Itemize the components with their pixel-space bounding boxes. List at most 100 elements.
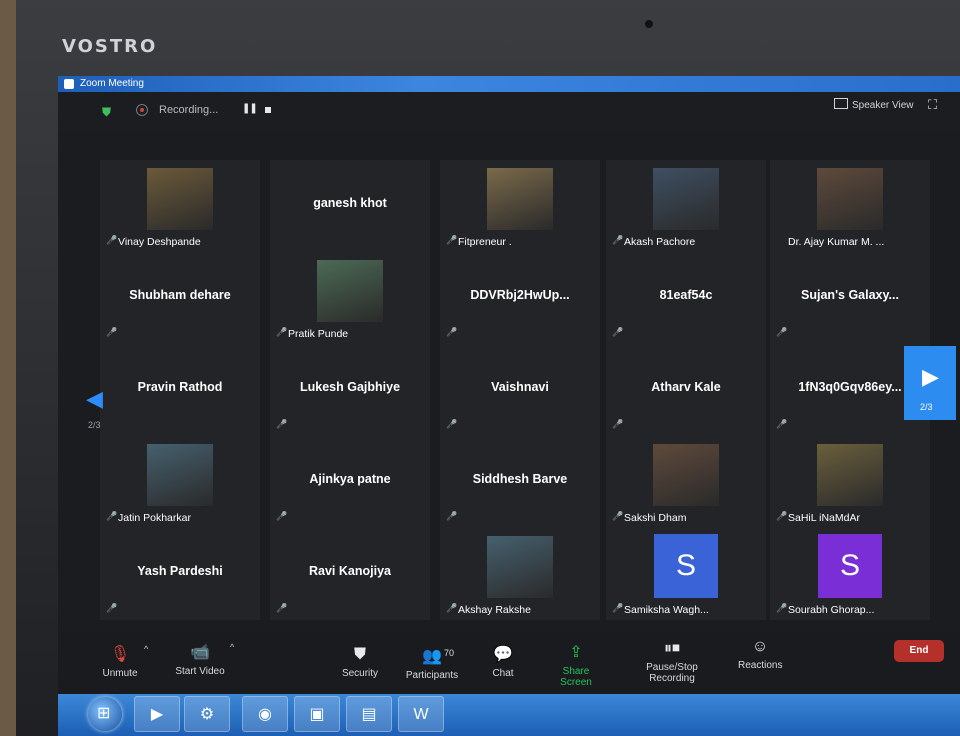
participant-tile[interactable]: Vinay Deshpande [100,160,260,252]
meeting-controls: 🎙 Unmute ^ 📹 Start Video ^ ⛊ Security 👥 … [58,632,960,694]
reactions-label: Reactions [738,660,783,671]
muted-microphone-icon [776,511,787,522]
file-explorer-icon[interactable]: ▤ [346,696,392,732]
participant-name: Sujan's Galaxy... [801,288,899,302]
participant-tile[interactable]: Atharv Kale [606,344,766,436]
muted-microphone-icon [612,419,623,430]
participant-tile[interactable]: Sujan's Galaxy... [770,252,930,344]
window-titlebar: Zoom Meeting [58,76,960,92]
participant-name: Akash Pachore [624,236,696,248]
chat-button[interactable]: 💬 Chat [488,644,518,679]
participant-name: Yash Pardeshi [137,564,223,578]
share-screen-button[interactable]: ⇪ Share Screen [546,642,606,688]
previous-page-arrow-icon[interactable]: ◀ [86,386,103,412]
start-video-button[interactable]: 📹 Start Video [170,642,230,677]
unmute-button[interactable]: 🎙 Unmute [96,644,144,679]
muted-microphone-icon [446,603,457,614]
window-title: Zoom Meeting [80,78,144,89]
muted-microphone-icon [612,235,623,246]
participant-name: Pravin Rathod [137,380,223,394]
participant-name: Vaishnavi [491,380,549,394]
speaker-view-button[interactable]: Speaker View [834,98,914,111]
participant-tile[interactable]: DDVRbj2HwUp... [440,252,600,344]
muted-microphone-icon [276,327,287,338]
pause-stop-recording-button[interactable]: ⏸⏹ Pause/Stop Recording [624,640,720,684]
participant-name: DDVRbj2HwUp... [470,288,570,302]
participant-tile[interactable]: Pravin Rathod [100,344,260,436]
video-options-chevron-icon[interactable]: ^ [230,642,234,652]
participant-tile[interactable]: Yash Pardeshi [100,528,260,620]
muted-microphone-icon [106,603,117,614]
background-wall [0,0,16,736]
participant-name: Jatin Pokharkar [118,512,191,524]
participant-tile[interactable]: Akshay Rakshe [440,528,600,620]
view-grid-icon [834,98,848,109]
utility-app-icon[interactable]: ⚙ [184,696,230,732]
fullscreen-icon[interactable]: ⛶ [928,97,937,113]
zoom-taskbar-icon[interactable]: ▣ [294,696,340,732]
participant-name: Shubham dehare [129,288,231,302]
participant-photo [817,168,883,230]
stop-recording-button[interactable] [265,107,271,113]
participant-avatar: S [818,534,882,598]
muted-microphone-icon [106,327,117,338]
participant-tile[interactable]: Jatin Pokharkar [100,436,260,528]
share-screen-icon: ⇪ [569,644,583,661]
recording-indicator-icon [136,104,148,116]
participant-tile[interactable]: Dr. Ajay Kumar M. ... [770,160,930,252]
word-icon[interactable]: W [398,696,444,732]
audio-options-chevron-icon[interactable]: ^ [144,644,148,654]
muted-microphone-icon [106,511,117,522]
speaker-view-label: Speaker View [852,100,914,111]
security-button[interactable]: ⛊ Security [338,646,382,679]
participant-tile[interactable]: Ajinkya patne [270,436,430,528]
end-meeting-button[interactable]: End [894,640,944,662]
muted-microphone-icon [276,603,287,614]
encryption-shield-icon[interactable]: ⛊ [102,105,111,120]
participant-tile[interactable]: 81eaf54c [606,252,766,344]
participant-tile[interactable]: S Sourabh Ghorap... [770,528,930,620]
participant-name: SaHiL iNaMdAr [788,512,860,524]
chat-bubble-icon: 💬 [493,646,513,663]
participant-tile[interactable]: SaHiL iNaMdAr [770,436,930,528]
webcam [645,20,653,28]
reactions-button[interactable]: ☺ Reactions [738,638,782,671]
screen: Zoom Meeting ⛊ Recording... ❚❚ Speaker V… [58,76,960,736]
page-indicator-right: 2/3 [920,402,933,412]
laptop-brand-logo: VOSTRO [62,36,158,57]
participant-tile[interactable]: Sakshi Dham [606,436,766,528]
video-off-icon: 📹 [190,644,210,661]
windows-logo-icon: ⊞ [97,705,111,722]
participant-tile[interactable]: Vaishnavi [440,344,600,436]
participant-tile[interactable]: S Samiksha Wagh... [606,528,766,620]
participant-name: Siddhesh Barve [472,472,568,486]
participant-name: 81eaf54c [659,288,713,302]
participant-name: Dr. Ajay Kumar M. ... [788,236,885,248]
pause-recording-button[interactable]: ❚❚ [242,103,258,114]
participant-name: Lukesh Gajbhiye [299,380,401,394]
participant-tile[interactable]: Akash Pachore [606,160,766,252]
muted-microphone-icon [612,327,623,338]
muted-microphone-icon: 🎙 [109,646,131,663]
participant-name: Pratik Punde [288,328,349,340]
participant-name: Sakshi Dham [624,512,687,524]
participant-tile[interactable]: Ravi Kanojiya [270,528,430,620]
zoom-app-icon [64,79,74,89]
participant-photo [653,168,719,230]
participant-tile[interactable]: Siddhesh Barve [440,436,600,528]
start-video-label: Start Video [175,666,225,677]
participant-photo [817,444,883,506]
participant-name: Ajinkya patne [309,472,391,486]
chrome-icon[interactable]: ◉ [242,696,288,732]
participant-tile[interactable]: ganesh khot [270,160,430,252]
participant-tile[interactable]: Lukesh Gajbhiye [270,344,430,436]
security-shield-icon: ⛊ [353,646,366,663]
participant-name: Sourabh Ghorap... [788,604,875,616]
page-indicator-left: 2/3 [88,420,101,430]
media-player-icon[interactable]: ▶ [134,696,180,732]
next-page-button[interactable]: ▶ 2/3 [904,346,956,420]
start-button[interactable]: ⊞ [88,697,122,731]
participant-tile[interactable]: Pratik Punde [270,252,430,344]
participant-tile[interactable]: Shubham dehare [100,252,260,344]
participant-tile[interactable]: Fitpreneur . [440,160,600,252]
